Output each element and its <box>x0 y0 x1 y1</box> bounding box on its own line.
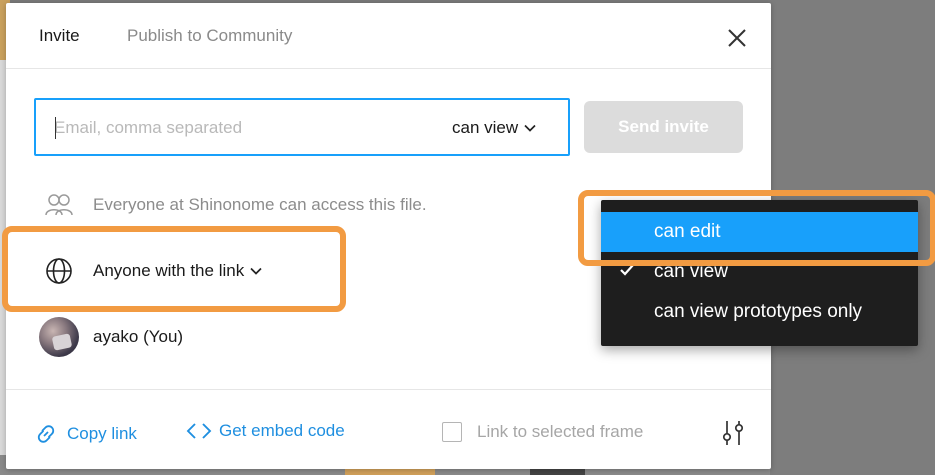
copy-link-label: Copy link <box>67 424 137 443</box>
email-input[interactable] <box>54 116 414 140</box>
text-cursor <box>55 117 56 139</box>
chevron-down-icon <box>524 124 536 132</box>
dialog-tabs: Invite Publish to Community <box>6 3 771 69</box>
sliders-icon[interactable] <box>720 418 746 448</box>
avatar <box>39 317 79 357</box>
invite-permission-label: can view <box>452 118 519 137</box>
embed-label: Get embed code <box>219 421 345 440</box>
link-access-label: Anyone with the link <box>93 261 245 280</box>
code-icon <box>186 423 212 439</box>
checkmark-icon <box>620 264 634 276</box>
permission-dropdown: can edit can view can view prototypes on… <box>601 200 918 346</box>
link-to-frame-checkbox[interactable]: Link to selected frame <box>442 422 643 442</box>
link-icon <box>37 425 55 443</box>
tab-publish-to-community[interactable]: Publish to Community <box>127 26 292 46</box>
checkbox[interactable] <box>442 422 462 442</box>
dropdown-option-can-edit[interactable]: can edit <box>601 212 918 252</box>
dropdown-option-label: can view prototypes only <box>654 301 863 322</box>
copy-link-button[interactable]: Copy link <box>32 421 137 447</box>
dropdown-option-label: can edit <box>654 221 721 242</box>
dialog-footer: Copy link Get embed code Link to selecte… <box>6 389 771 469</box>
org-access-row: Everyone at Shinonome can access this fi… <box>44 191 427 219</box>
globe-icon <box>46 258 72 284</box>
user-row: ayako (You) <box>39 317 183 357</box>
dropdown-option-can-view[interactable]: can view <box>601 252 918 292</box>
user-name: ayako (You) <box>93 327 184 346</box>
email-invite-field[interactable]: can view <box>34 98 570 156</box>
org-access-text: Everyone at Shinonome can access this fi… <box>93 195 427 214</box>
chevron-down-icon <box>250 267 262 275</box>
invite-permission-select[interactable]: can view <box>452 116 536 140</box>
link-access-select[interactable]: Anyone with the link <box>44 256 262 286</box>
close-icon[interactable] <box>722 23 752 53</box>
send-invite-button[interactable]: Send invite <box>584 101 743 153</box>
get-embed-code-button[interactable]: Get embed code <box>186 421 345 441</box>
dropdown-option-label: can view <box>654 261 728 282</box>
dropdown-option-can-view-prototypes[interactable]: can view prototypes only <box>601 292 918 332</box>
tab-invite[interactable]: Invite <box>39 26 80 46</box>
link-to-frame-label: Link to selected frame <box>477 422 644 441</box>
people-icon <box>45 194 73 216</box>
